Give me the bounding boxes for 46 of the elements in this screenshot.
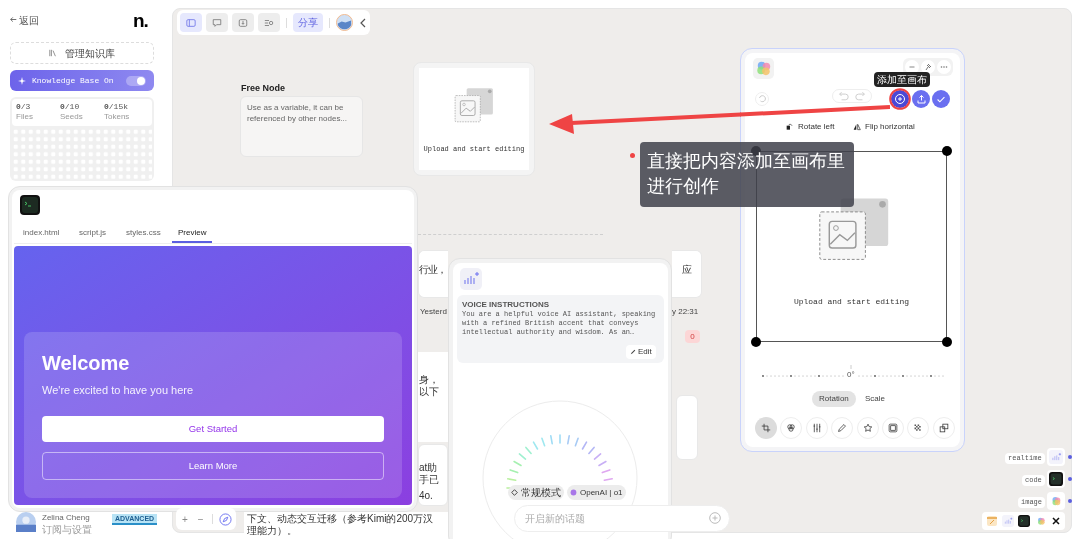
file-tab[interactable]: index.html [17, 224, 66, 243]
note-text: 身，以下 [419, 374, 440, 398]
user-name: Zelina Cheng [42, 513, 90, 523]
note-text: 行业， [419, 263, 446, 277]
stat-label: Seeds [60, 112, 84, 122]
instructions-heading: VOICE INSTRUCTIONS [462, 300, 551, 310]
upload-caption: Upload and start editing [793, 296, 910, 308]
tooltip: 添加至画布 [874, 72, 930, 87]
stat-value: 0/3 [16, 102, 32, 112]
mode-tab[interactable]: Rotation [812, 391, 856, 407]
count-badge: 0 [685, 330, 700, 343]
learn-more-button[interactable]: Learn More [42, 452, 384, 480]
note-timestamp: Yesterd [420, 306, 447, 318]
note-text: 下文、动态交互迁移（参考Kimi的200万汉 [247, 513, 435, 525]
knowledge-base-toggle[interactable]: Knowledge Base On [10, 70, 154, 91]
stat-value: 0/10 [60, 102, 81, 112]
annotation-text: 进行创作 [647, 175, 720, 198]
mode-chip[interactable]: OpenAI | o1 [567, 485, 626, 500]
get-started-button[interactable]: Get Started [42, 416, 384, 442]
stat-label: Files [16, 112, 34, 122]
mode-chip[interactable]: 常规模式 [508, 485, 564, 500]
editor-action-button[interactable]: Rotate left [786, 121, 835, 133]
note-text: at助手已 [419, 462, 440, 486]
zoom-out-button[interactable]: − [195, 511, 206, 527]
mode-tab[interactable]: Scale [858, 391, 892, 407]
file-tab[interactable]: styles.css [120, 224, 167, 243]
manage-knowledge-button[interactable]: 管理知识库 [10, 42, 154, 64]
welcome-subtitle: We're excited to have you here [42, 383, 194, 398]
node-placeholder: Use as a variable, it can be referenced by other nodes... [247, 102, 349, 124]
file-tab[interactable]: script.js [73, 224, 113, 243]
node-title: Free Node [241, 82, 285, 95]
logo: n. [133, 11, 148, 30]
stat-label: Tokens [104, 112, 131, 122]
share-button[interactable]: 分享 [293, 13, 323, 32]
editor-action-button[interactable]: Flip horizontal [853, 121, 915, 133]
stat-value: 0/15k [104, 102, 129, 112]
note-timestamp: y 22:31 [672, 306, 699, 318]
welcome-title: Welcome [42, 351, 130, 376]
topic-input-field[interactable]: 开启新的话题 [514, 505, 730, 532]
edit-button[interactable]: Edit [626, 345, 656, 359]
back-link[interactable]: 返回 [19, 13, 39, 28]
zoom-in-button[interactable]: + [180, 511, 190, 527]
note-text: 4o. [419, 489, 433, 503]
note-text: 理能力）。 [247, 525, 297, 537]
note-text: 应 [682, 263, 692, 277]
free-node-card[interactable]: Use as a variable, it can be referenced by other nodes... [240, 96, 363, 157]
